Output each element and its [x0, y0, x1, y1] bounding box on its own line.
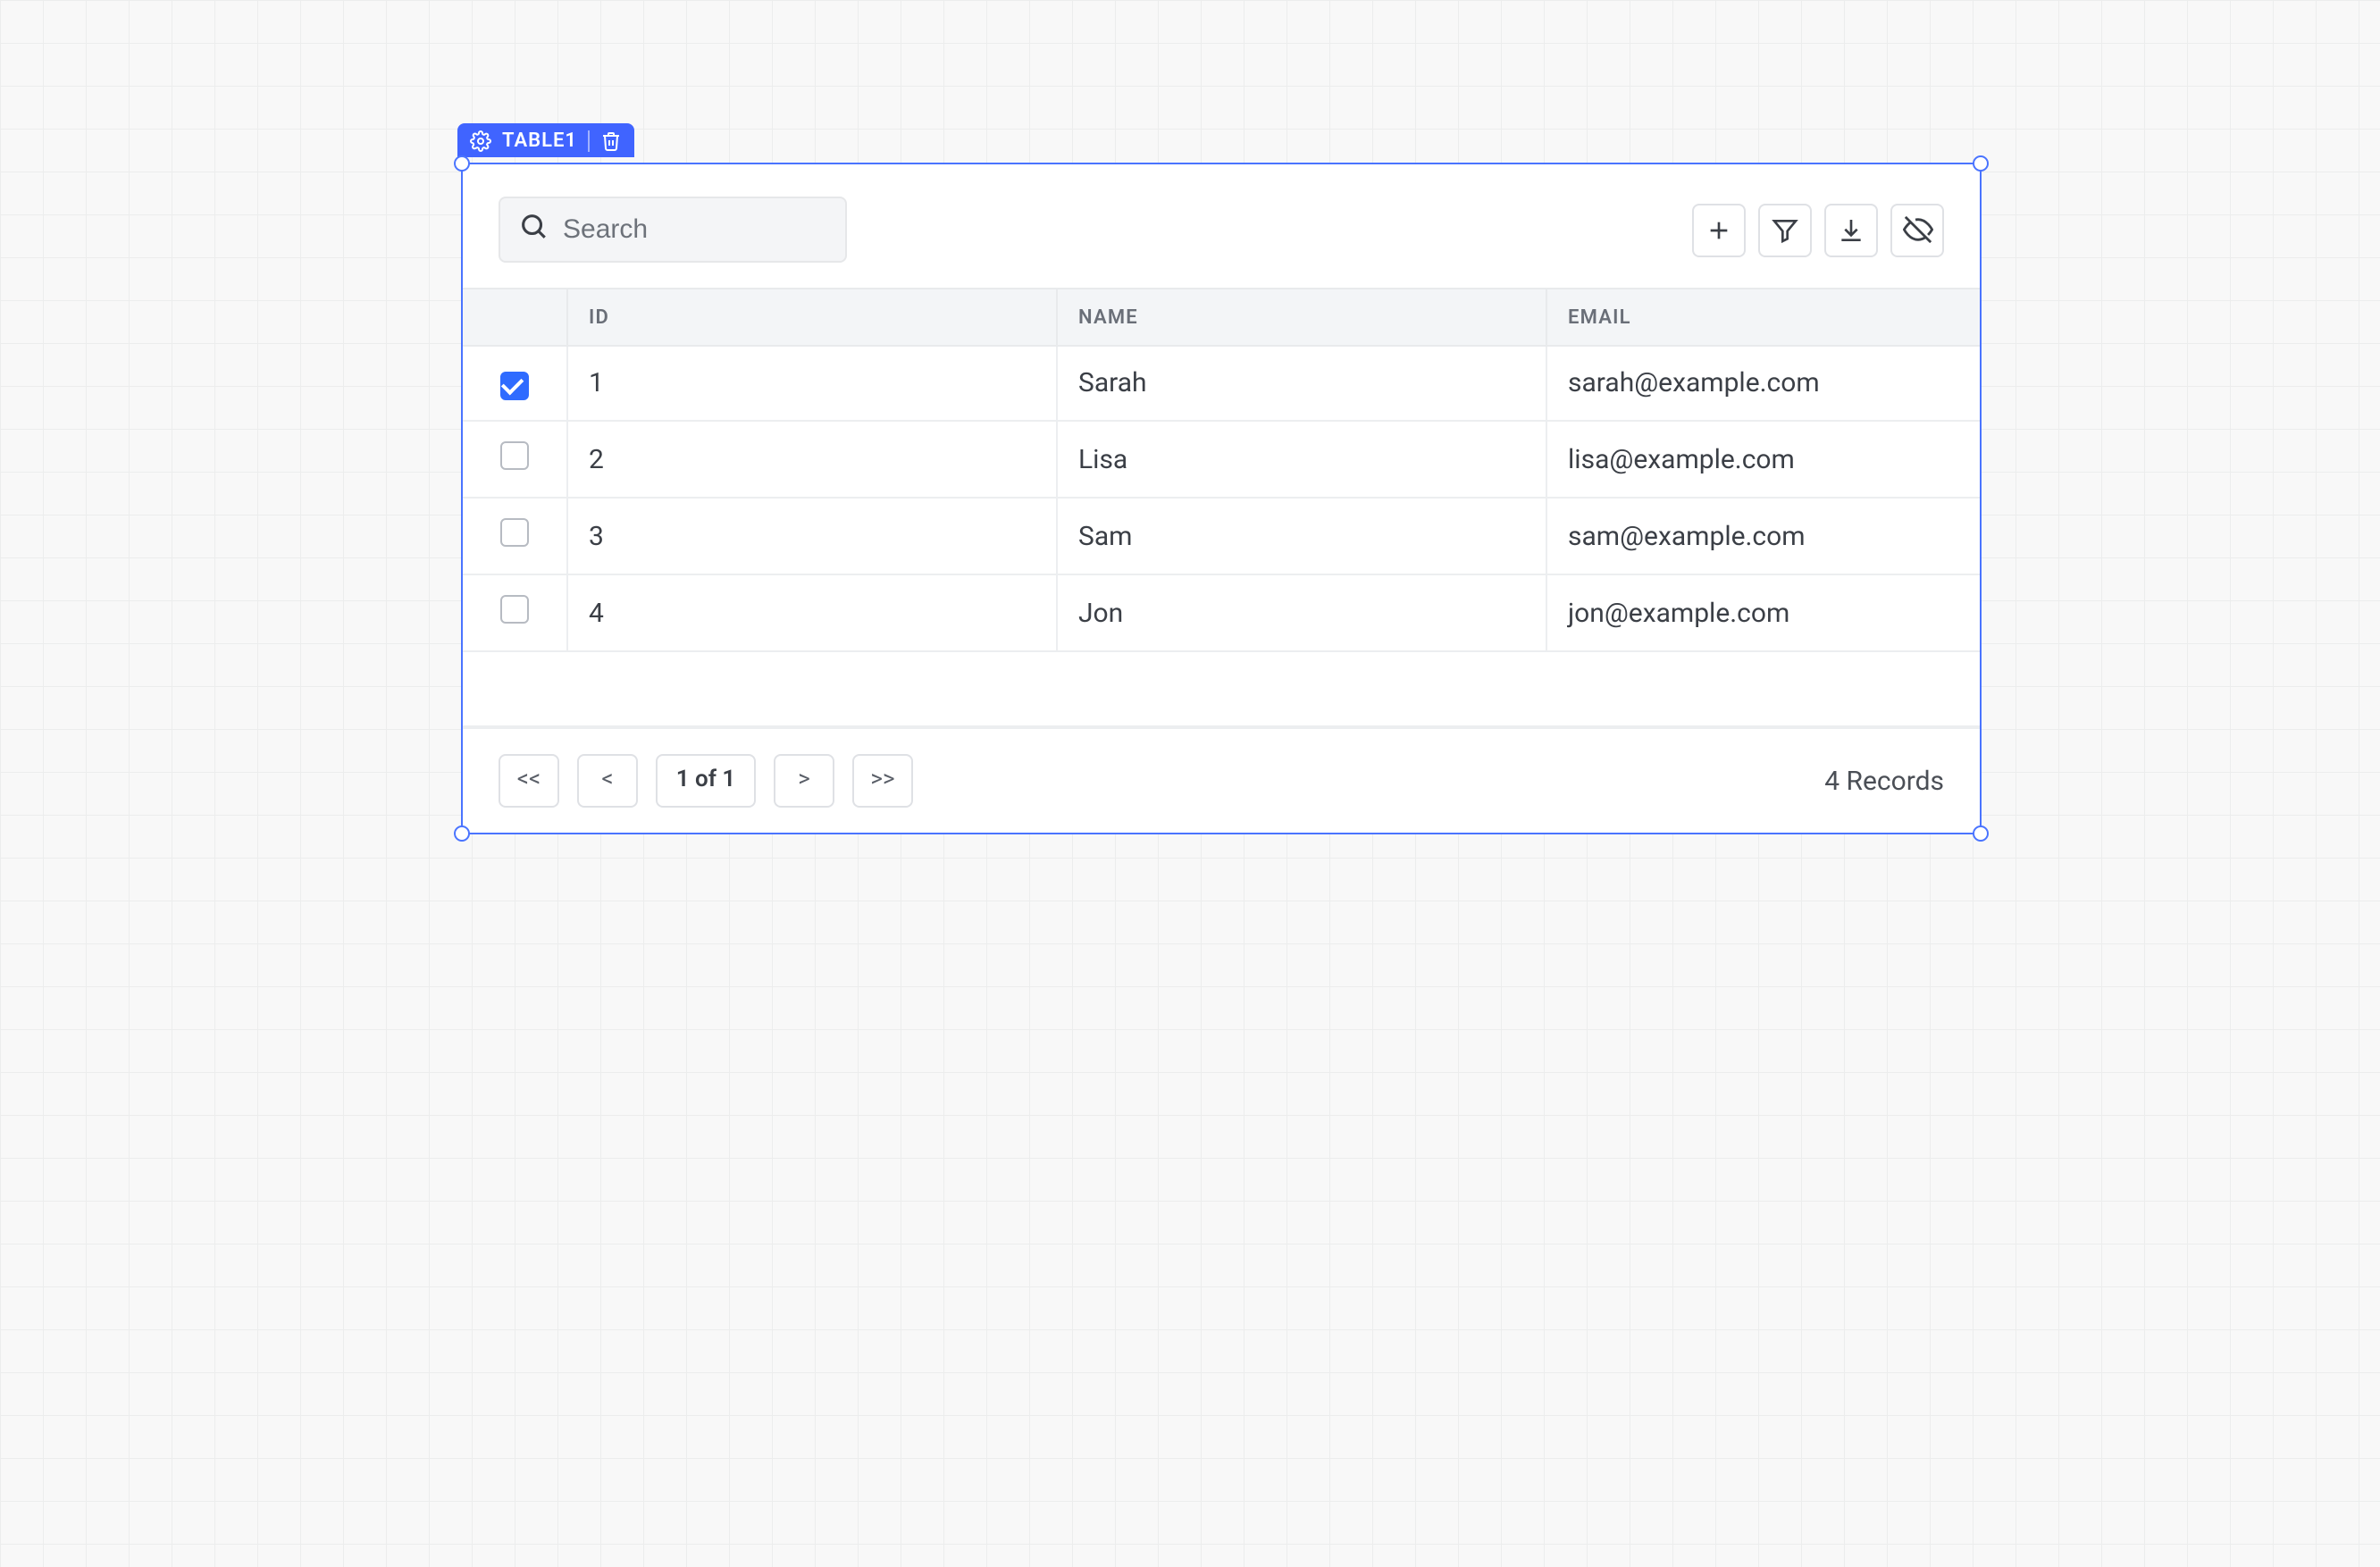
table-widget[interactable]: ID NAME EMAIL 1Sarahsarah@example.com2Li…	[461, 163, 1982, 834]
download-button[interactable]	[1824, 203, 1878, 256]
row-checkbox-cell[interactable]	[463, 574, 566, 650]
filter-button[interactable]	[1758, 203, 1812, 256]
row-checkbox-cell[interactable]	[463, 420, 566, 497]
cell-id[interactable]: 4	[566, 574, 1056, 650]
cell-name[interactable]: Sam	[1056, 497, 1546, 574]
pagination: << < 1 of 1 > >>	[499, 753, 913, 807]
page-status: 1 of 1	[656, 753, 756, 807]
row-checkbox-cell[interactable]	[463, 497, 566, 574]
table-row[interactable]: 2Lisalisa@example.com	[463, 420, 1980, 497]
data-table: ID NAME EMAIL 1Sarahsarah@example.com2Li…	[463, 288, 1980, 651]
row-checkbox[interactable]	[500, 517, 529, 546]
cell-name[interactable]: Jon	[1056, 574, 1546, 650]
row-checkbox[interactable]	[500, 440, 529, 469]
cell-name[interactable]: Sarah	[1056, 346, 1546, 420]
table-action-buttons	[1692, 203, 1944, 256]
record-count: 4 Records	[1824, 764, 1944, 796]
table-footer: << < 1 of 1 > >> 4 Records	[463, 726, 1980, 832]
column-header-checkbox[interactable]	[463, 289, 566, 346]
cell-email[interactable]: sarah@example.com	[1546, 346, 1980, 420]
column-header-id[interactable]: ID	[566, 289, 1056, 346]
resize-handle-bottom-left[interactable]	[454, 825, 470, 841]
last-page-button[interactable]: >>	[852, 753, 913, 807]
widget-name-label: TABLE1	[502, 129, 577, 152]
cell-id[interactable]: 2	[566, 420, 1056, 497]
search-input-wrapper[interactable]	[499, 197, 847, 263]
row-checkbox[interactable]	[500, 371, 529, 399]
cell-email[interactable]: sam@example.com	[1546, 497, 1980, 574]
cell-name[interactable]: Lisa	[1056, 420, 1546, 497]
eye-off-icon	[1902, 214, 1932, 245]
row-checkbox-cell[interactable]	[463, 346, 566, 420]
gear-icon	[470, 130, 491, 151]
column-header-name[interactable]: NAME	[1056, 289, 1546, 346]
cell-email[interactable]: jon@example.com	[1546, 574, 1980, 650]
plus-icon	[1705, 215, 1733, 244]
resize-handle-top-right[interactable]	[1973, 155, 1989, 172]
column-header-email[interactable]: EMAIL	[1546, 289, 1980, 346]
table-row[interactable]: 3Samsam@example.com	[463, 497, 1980, 574]
download-icon	[1837, 215, 1865, 244]
filter-icon	[1771, 215, 1799, 244]
table-row[interactable]: 1Sarahsarah@example.com	[463, 346, 1980, 420]
trash-icon[interactable]	[600, 130, 622, 151]
add-row-button[interactable]	[1692, 203, 1746, 256]
table-row[interactable]: 4Jonjon@example.com	[463, 574, 1980, 650]
cell-id[interactable]: 1	[566, 346, 1056, 420]
table-header-row: ID NAME EMAIL	[463, 289, 1980, 346]
separator	[588, 130, 590, 151]
cell-id[interactable]: 3	[566, 497, 1056, 574]
table-toolbar	[463, 164, 1980, 288]
resize-handle-top-left[interactable]	[454, 155, 470, 172]
prev-page-button[interactable]: <	[577, 753, 638, 807]
next-page-button[interactable]: >	[774, 753, 834, 807]
search-icon	[518, 211, 549, 248]
first-page-button[interactable]: <<	[499, 753, 559, 807]
row-checkbox[interactable]	[500, 594, 529, 623]
resize-handle-bottom-right[interactable]	[1973, 825, 1989, 841]
widget-selection-tag[interactable]: TABLE1	[457, 123, 634, 157]
cell-email[interactable]: lisa@example.com	[1546, 420, 1980, 497]
table-empty-space	[463, 651, 1980, 726]
search-input[interactable]	[563, 214, 827, 245]
hide-columns-button[interactable]	[1890, 203, 1944, 256]
